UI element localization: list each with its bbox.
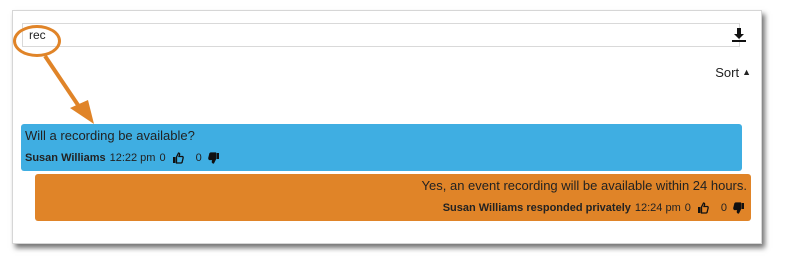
search-input[interactable]: rec bbox=[22, 23, 740, 47]
timestamp: 12:22 pm bbox=[109, 152, 156, 164]
question-message: Will a recording be available? Susan Wil… bbox=[21, 124, 742, 171]
thumbs-down-icon[interactable] bbox=[733, 202, 745, 214]
answer-meta: Susan Williams responded privately 12:24… bbox=[443, 202, 745, 214]
thumbs-up-icon[interactable] bbox=[697, 202, 709, 214]
timestamp: 12:24 pm bbox=[634, 202, 681, 214]
question-meta: Susan Williams 12:22 pm 0 0 bbox=[25, 152, 220, 164]
thumbs-up-icon[interactable] bbox=[172, 152, 184, 164]
answer-text: Yes, an event recording will be availabl… bbox=[421, 178, 747, 193]
author-name: Susan Williams bbox=[25, 152, 106, 164]
like-count: 0 bbox=[159, 152, 166, 164]
author-name: Susan Williams responded privately bbox=[442, 202, 631, 214]
sort-label: Sort bbox=[715, 65, 740, 80]
annotation-circle bbox=[13, 25, 61, 57]
dislike-count: 0 bbox=[720, 202, 727, 214]
answer-message: Yes, an event recording will be availabl… bbox=[35, 174, 751, 221]
thumbs-down-icon[interactable] bbox=[207, 152, 220, 164]
download-icon[interactable] bbox=[731, 27, 747, 43]
like-count: 0 bbox=[684, 202, 691, 214]
dislike-count: 0 bbox=[195, 152, 202, 164]
question-text: Will a recording be available? bbox=[25, 128, 195, 143]
caret-up-icon: ▲ bbox=[742, 67, 751, 77]
qa-panel: rec Sort ▲ Will a recording be available?… bbox=[12, 10, 762, 244]
sort-button[interactable]: Sort ▲ bbox=[715, 65, 751, 80]
